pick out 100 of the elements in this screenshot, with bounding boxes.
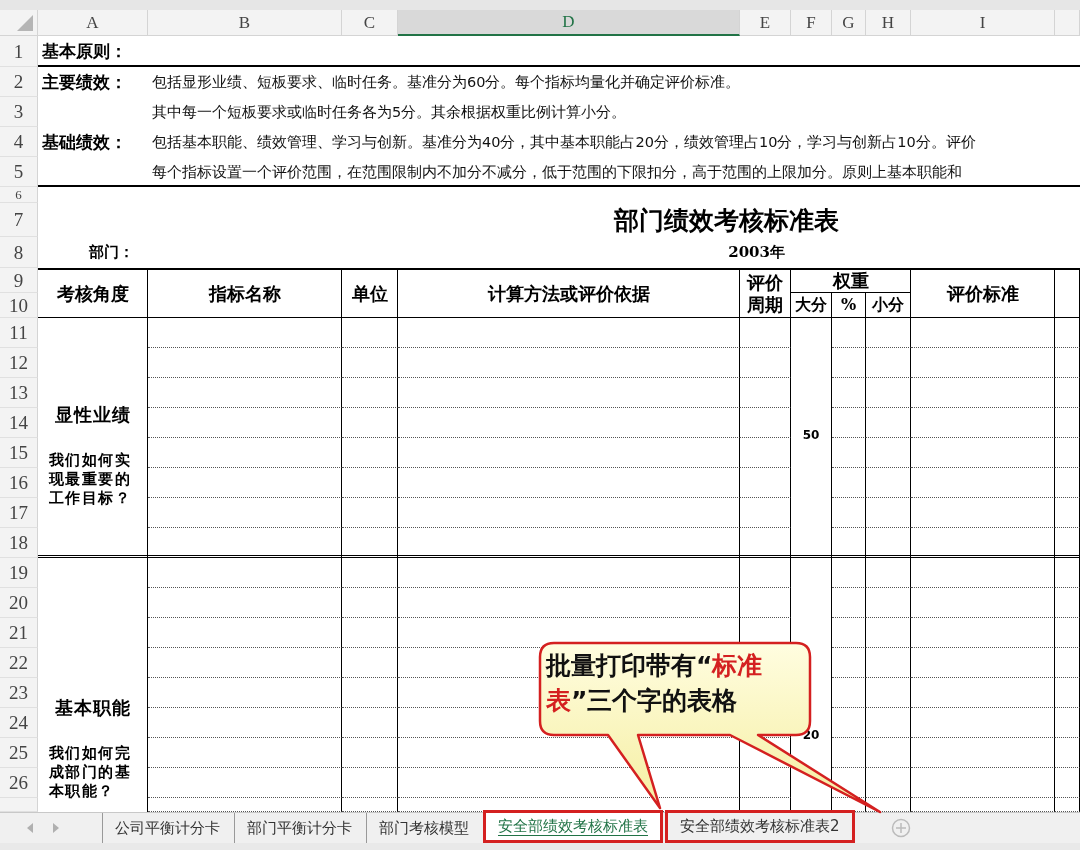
scroll-right-icon[interactable] bbox=[52, 822, 60, 834]
table-cell bbox=[832, 348, 866, 378]
table-cell bbox=[1055, 468, 1080, 498]
column-heading: 指标名称 bbox=[148, 268, 342, 318]
row-header[interactable]: 23 bbox=[0, 678, 38, 708]
department-label: 部门： bbox=[89, 242, 134, 263]
row-header[interactable]: 18 bbox=[0, 528, 38, 558]
table-cell bbox=[1055, 438, 1080, 468]
table-cell bbox=[1055, 618, 1080, 648]
table-cell bbox=[1055, 678, 1080, 708]
row-header[interactable]: 13 bbox=[0, 378, 38, 408]
column-header[interactable]: G bbox=[832, 10, 866, 36]
table-cell bbox=[832, 468, 866, 498]
column-heading: 大分 bbox=[791, 293, 832, 318]
table-cell bbox=[832, 378, 866, 408]
table-cell bbox=[866, 708, 911, 738]
table-cell bbox=[866, 738, 911, 768]
row-header[interactable]: 7 bbox=[0, 203, 38, 237]
column-header[interactable]: F bbox=[791, 10, 832, 36]
table-cell bbox=[866, 528, 911, 558]
table-cell bbox=[740, 438, 791, 468]
column-header[interactable]: H bbox=[866, 10, 911, 36]
row-header[interactable]: 3 bbox=[0, 97, 38, 127]
column-header[interactable]: E bbox=[740, 10, 791, 36]
row-header[interactable]: 6 bbox=[0, 187, 38, 203]
table-cell bbox=[832, 558, 866, 588]
row-header[interactable]: 24 bbox=[0, 708, 38, 738]
row-header[interactable]: 15 bbox=[0, 438, 38, 468]
column-heading: 评价标准 bbox=[911, 268, 1055, 318]
row-header[interactable]: 12 bbox=[0, 348, 38, 378]
form-title: 部门绩效考核标准表 bbox=[613, 205, 839, 237]
row-header[interactable]: 2 bbox=[0, 67, 38, 97]
table-cell bbox=[740, 408, 791, 438]
column-heading: 权重 bbox=[791, 268, 911, 293]
column-header[interactable]: A bbox=[38, 10, 148, 36]
table-cell bbox=[866, 588, 911, 618]
table-cell bbox=[342, 468, 398, 498]
table-cell bbox=[740, 348, 791, 378]
row-header[interactable]: 4 bbox=[0, 127, 38, 157]
row-header[interactable]: 19 bbox=[0, 558, 38, 588]
year-label: 2003年 bbox=[728, 242, 785, 263]
category-title: 基本职能 bbox=[54, 696, 131, 720]
scroll-left-icon[interactable] bbox=[26, 822, 34, 834]
row-header[interactable]: 20 bbox=[0, 588, 38, 618]
row-header[interactable] bbox=[0, 798, 38, 812]
text-line: 其中每一个短板要求或临时任务各为5分。其余根据权重比例计算小分。 bbox=[151, 102, 627, 122]
select-all-icon[interactable] bbox=[17, 15, 33, 31]
table-cell bbox=[740, 558, 791, 588]
table-cell bbox=[866, 408, 911, 438]
section-heading: 基本原则： bbox=[41, 40, 127, 63]
table-cell bbox=[1055, 498, 1080, 528]
row-header[interactable]: 8 bbox=[0, 237, 38, 268]
column-heading: 计算方法或评价依据 bbox=[398, 268, 740, 318]
table-cell bbox=[740, 528, 791, 558]
text-line: 包括基本职能、绩效管理、学习与创新。基准分为40分，其中基本职能占20分，绩效管理占10分，学习与创新占10分。评价 bbox=[151, 132, 976, 152]
table-cell bbox=[1055, 528, 1080, 558]
table-cell bbox=[342, 378, 398, 408]
row-header[interactable]: 1 bbox=[0, 36, 38, 67]
table-cell bbox=[740, 318, 791, 348]
column-header[interactable]: I bbox=[911, 10, 1055, 36]
table-cell bbox=[866, 618, 911, 648]
table-cell bbox=[866, 438, 911, 468]
row-header[interactable]: 22 bbox=[0, 648, 38, 678]
column-header[interactable] bbox=[1055, 10, 1080, 36]
row-header[interactable]: 11 bbox=[0, 318, 38, 348]
column-header[interactable]: D bbox=[398, 10, 740, 36]
table-cell bbox=[832, 438, 866, 468]
table-cell bbox=[832, 738, 866, 768]
row-header[interactable]: 16 bbox=[0, 468, 38, 498]
row-header[interactable]: 21 bbox=[0, 618, 38, 648]
column-header[interactable]: C bbox=[342, 10, 398, 36]
row-header[interactable]: 9 bbox=[0, 268, 38, 293]
table-cell bbox=[342, 588, 398, 618]
category-question: 我们如何实现最重要的工作目标？ bbox=[48, 451, 132, 508]
table-cell bbox=[342, 438, 398, 468]
table-cell bbox=[832, 648, 866, 678]
table-cell bbox=[342, 768, 398, 798]
row-header[interactable]: 25 bbox=[0, 738, 38, 768]
sheet-tab[interactable]: 安全部绩效考核标准表2 bbox=[665, 810, 855, 843]
row-header[interactable]: 5 bbox=[0, 157, 38, 187]
column-header[interactable]: B bbox=[148, 10, 342, 36]
table-cell bbox=[1055, 268, 1080, 318]
text-line: 包括显形业绩、短板要求、临时任务。基准分为60分。每个指标均量化并确定评价标准。 bbox=[151, 72, 741, 92]
sheet-tab[interactable]: 安全部绩效考核标准表 bbox=[483, 810, 663, 843]
table-cell bbox=[866, 648, 911, 678]
table-cell bbox=[1055, 378, 1080, 408]
table-cell bbox=[1055, 348, 1080, 378]
section-label: 基础绩效： bbox=[41, 130, 127, 154]
table-cell bbox=[740, 498, 791, 528]
category-title: 显性业绩 bbox=[54, 403, 131, 427]
row-header[interactable]: 14 bbox=[0, 408, 38, 438]
table-cell bbox=[342, 348, 398, 378]
table-cell bbox=[342, 558, 398, 588]
table-cell bbox=[1055, 318, 1080, 348]
table-cell bbox=[342, 618, 398, 648]
table-cell bbox=[1055, 738, 1080, 768]
row-header[interactable]: 26 bbox=[0, 768, 38, 798]
row-header[interactable]: 17 bbox=[0, 498, 38, 528]
row-header[interactable]: 10 bbox=[0, 293, 38, 318]
table-cell bbox=[832, 408, 866, 438]
